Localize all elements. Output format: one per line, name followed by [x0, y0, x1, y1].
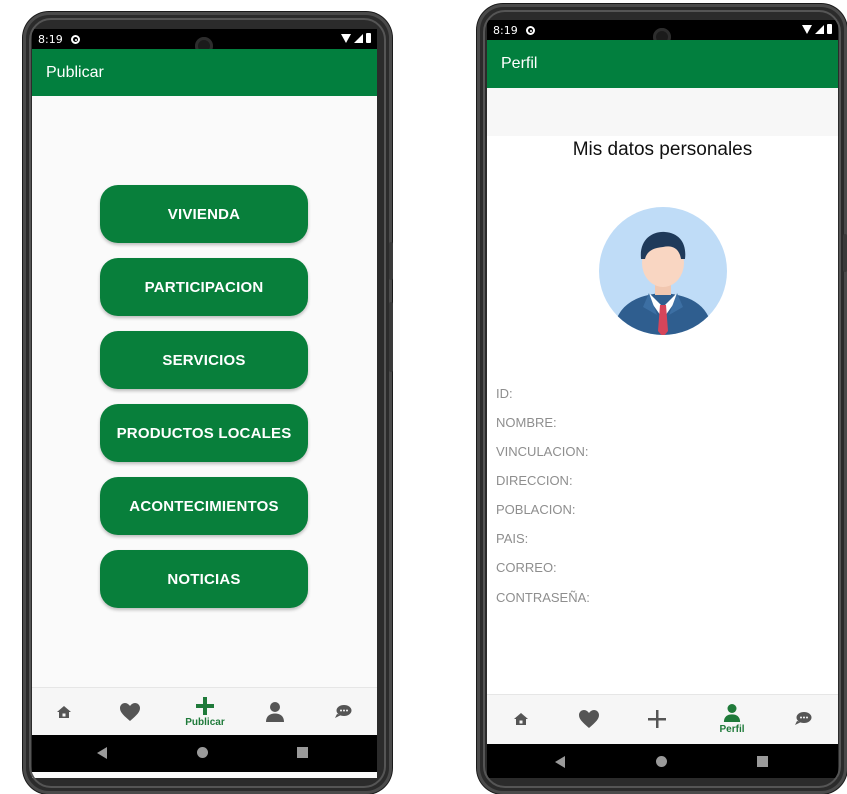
- left-phone: 8:19 Publicar VIVIENDA PARTICIPACION SER…: [23, 12, 393, 794]
- participacion-button[interactable]: PARTICIPACION: [100, 258, 308, 316]
- home-icon: [514, 713, 528, 725]
- servicios-button[interactable]: SERVICIOS: [100, 331, 308, 389]
- sync-icon: [525, 25, 535, 35]
- nav-active-label: Perfil: [719, 724, 745, 735]
- nav-publicar[interactable]: [631, 695, 683, 743]
- status-time: 8:19: [493, 23, 518, 37]
- recents-icon[interactable]: [297, 747, 308, 758]
- nav-favorites[interactable]: [104, 688, 156, 736]
- power-button: [843, 234, 847, 272]
- nav-chat[interactable]: [777, 695, 829, 743]
- back-icon[interactable]: [555, 756, 565, 768]
- home-circle-icon[interactable]: [197, 747, 208, 758]
- page-title: Publicar: [46, 63, 104, 81]
- home-icon: [57, 706, 71, 718]
- heart-icon: [120, 703, 140, 721]
- add-icon: [648, 710, 666, 728]
- status-icons: [341, 33, 371, 43]
- home-circle-icon[interactable]: [656, 756, 667, 767]
- power-button: [389, 242, 393, 280]
- wifi-icon: [341, 33, 351, 43]
- field-id: ID:: [496, 386, 513, 401]
- heart-icon: [579, 710, 599, 728]
- battery-icon: [366, 33, 371, 43]
- app-bar: Publicar: [32, 49, 377, 96]
- publicar-screen: 8:19 Publicar VIVIENDA PARTICIPACION SER…: [32, 29, 377, 778]
- add-icon: [196, 697, 214, 715]
- person-icon: [723, 704, 741, 722]
- sync-icon: [70, 34, 80, 44]
- chat-icon: [795, 712, 812, 725]
- person-icon: [266, 702, 284, 722]
- profile-heading: Mis datos personales: [572, 139, 753, 160]
- chat-icon: [335, 705, 352, 718]
- signal-icon: [354, 33, 363, 43]
- recents-icon[interactable]: [757, 756, 768, 767]
- field-pais: PAIS:: [496, 531, 529, 546]
- noticias-button[interactable]: NOTICIAS: [100, 550, 308, 608]
- field-contrasena: CONTRASEÑA:: [496, 590, 590, 605]
- nav-chat[interactable]: [317, 688, 369, 736]
- right-phone: 8:19 Perfil Mis datos personales ID: NOM…: [477, 4, 847, 794]
- avatar: [599, 207, 727, 335]
- perfil-screen: 8:19 Perfil Mis datos personales ID: NOM…: [487, 20, 838, 778]
- volume-button: [389, 302, 393, 372]
- nav-home[interactable]: [38, 688, 90, 736]
- nav-active-label: Publicar: [185, 717, 225, 728]
- bottom-nav: Perfil: [487, 694, 838, 745]
- nav-profile[interactable]: Perfil: [706, 695, 758, 743]
- app-bar: Perfil: [487, 40, 838, 88]
- field-correo: CORREO:: [496, 560, 557, 575]
- back-icon[interactable]: [97, 747, 107, 759]
- field-direccion: DIRECCION:: [496, 473, 573, 488]
- nav-home[interactable]: [495, 695, 547, 743]
- nav-publicar[interactable]: Publicar: [179, 688, 231, 736]
- field-vinculacion: VINCULACION:: [496, 444, 589, 459]
- field-poblacion: POBLACION:: [496, 502, 576, 517]
- page-title: Perfil: [501, 55, 538, 72]
- wifi-icon: [802, 24, 812, 34]
- bottom-nav: Publicar: [32, 687, 377, 736]
- nav-favorites[interactable]: [563, 695, 615, 743]
- status-icons: [802, 24, 832, 34]
- productos-locales-button[interactable]: PRODUCTOS LOCALES: [100, 404, 308, 462]
- battery-icon: [827, 24, 832, 34]
- system-nav-bar: [487, 744, 838, 778]
- status-time: 8:19: [38, 32, 63, 46]
- header-spacer: [487, 88, 838, 136]
- acontecimientos-button[interactable]: ACONTECIMIENTOS: [100, 477, 308, 535]
- signal-icon: [815, 24, 824, 34]
- field-nombre: NOMBRE:: [496, 415, 557, 430]
- nav-profile[interactable]: [249, 688, 301, 736]
- vivienda-button[interactable]: VIVIENDA: [100, 185, 308, 243]
- system-nav-bar: [32, 735, 377, 772]
